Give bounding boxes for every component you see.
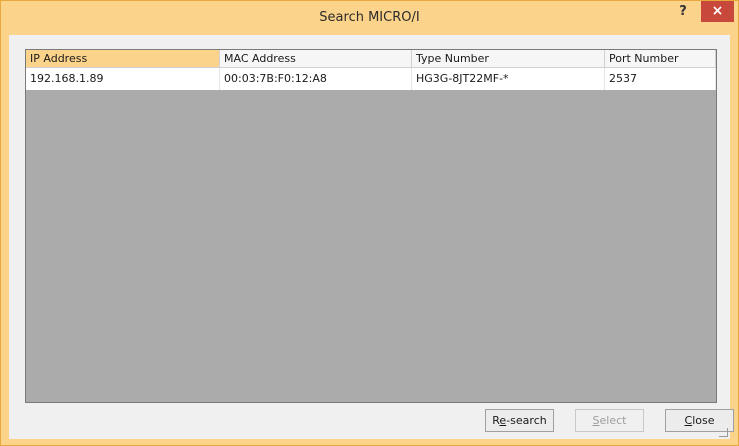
- search-dialog: Search MICRO/I ? × IP Address MAC Addres…: [0, 0, 739, 446]
- button-label-post: elect: [599, 414, 627, 427]
- column-header-type-number[interactable]: Type Number: [412, 50, 605, 68]
- cell-type-number: HG3G-8JT22MF-*: [412, 68, 605, 90]
- title-bar[interactable]: Search MICRO/I ? ×: [1, 1, 738, 35]
- button-label-post: -search: [506, 414, 547, 427]
- table-row[interactable]: 192.168.1.89 00:03:7B:F0:12:A8 HG3G-8JT2…: [26, 68, 716, 90]
- cell-ip-address: 192.168.1.89: [26, 68, 220, 90]
- column-header-mac-address[interactable]: MAC Address: [220, 50, 412, 68]
- table-header: IP Address MAC Address Type Number Port …: [26, 50, 716, 68]
- cell-port-number: 2537: [605, 68, 716, 90]
- dialog-title: Search MICRO/I: [319, 10, 420, 25]
- dialog-client-area: IP Address MAC Address Type Number Port …: [9, 35, 734, 439]
- button-label-post: lose: [692, 414, 715, 427]
- column-header-ip-address[interactable]: IP Address: [26, 50, 220, 68]
- re-search-button[interactable]: Re-search: [485, 409, 554, 432]
- select-button[interactable]: Select: [575, 409, 644, 432]
- help-button[interactable]: ?: [670, 2, 696, 22]
- cell-mac-address: 00:03:7B:F0:12:A8: [220, 68, 412, 90]
- resize-grip-icon[interactable]: [719, 428, 728, 437]
- column-header-port-number[interactable]: Port Number: [605, 50, 716, 68]
- results-table[interactable]: IP Address MAC Address Type Number Port …: [25, 49, 717, 403]
- button-mnemonic: S: [592, 414, 600, 427]
- close-window-button[interactable]: ×: [701, 1, 734, 22]
